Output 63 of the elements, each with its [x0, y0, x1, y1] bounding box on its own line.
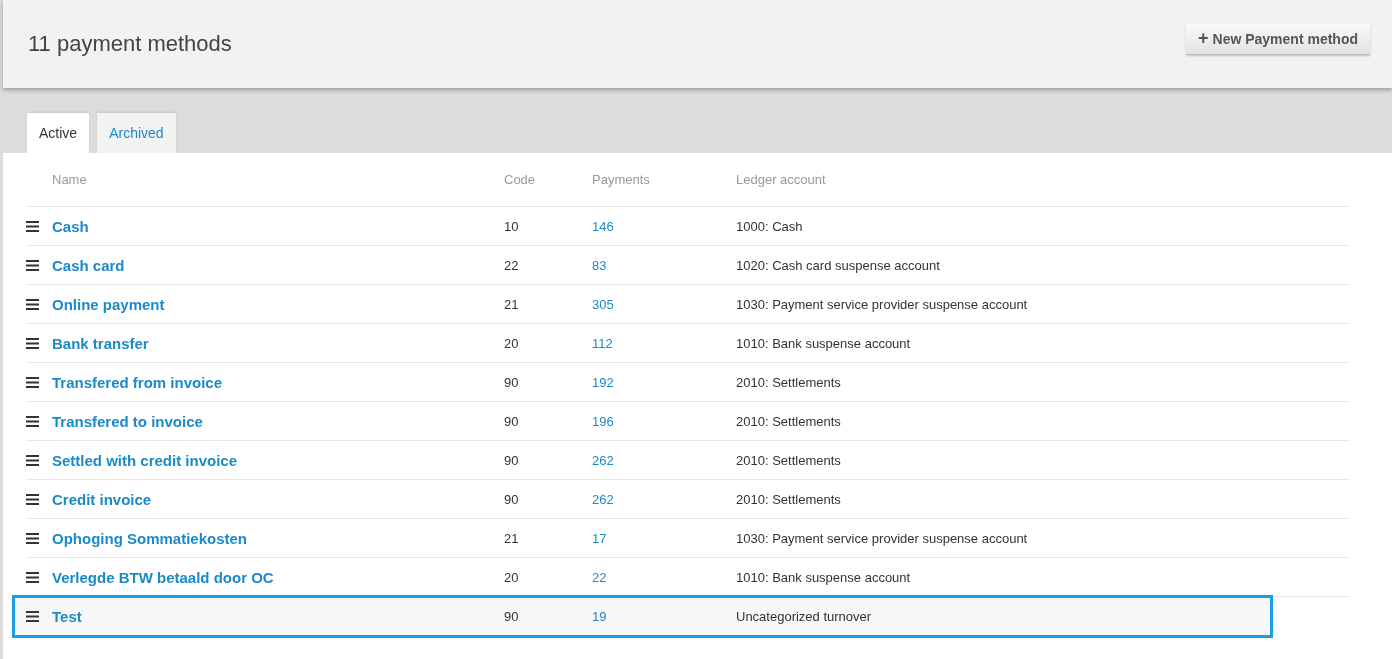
code-cell-text: 90 — [504, 413, 520, 429]
column-header: Code — [504, 172, 537, 187]
code-cell-text: 21 — [504, 296, 520, 312]
payment-method-link[interactable]: Transfered to invoice — [52, 412, 504, 430]
payments-count-link[interactable]: 146 — [592, 218, 736, 234]
payment-method-link[interactable]: Test — [52, 607, 504, 625]
code-cell-text: 20 — [504, 335, 520, 351]
payment-method-link[interactable]: Online payment — [52, 295, 504, 313]
payments-count-link[interactable]: 19 — [592, 608, 736, 624]
code-cell-text: 90 — [504, 608, 520, 624]
column-header: Payments — [592, 172, 651, 187]
payments-count-link[interactable]: 196 — [592, 413, 736, 429]
payments-count-link[interactable]: 192 — [592, 374, 736, 390]
payment-method-link[interactable]: Ophoging Sommatiekosten — [52, 529, 504, 547]
drag-handle-icon[interactable] — [26, 454, 39, 466]
payment-method-link[interactable]: Settled with credit invoice — [52, 451, 504, 469]
new-payment-method-button[interactable]: + New Payment method — [1186, 23, 1370, 55]
ledger-account-cell-text: 1030: Payment service provider suspense account — [736, 530, 1029, 546]
payments-count-link[interactable]: 17 — [592, 530, 736, 546]
payment-method-link[interactable]: Verlegde BTW betaald door OC — [52, 568, 504, 586]
payments-count-link[interactable]: 22 — [592, 569, 736, 585]
code-cell-text: 90 — [504, 452, 520, 468]
payment-method-link[interactable]: Transfered from invoice — [52, 373, 504, 391]
payment-method-link[interactable]: Cash — [52, 217, 504, 235]
code-cell-text: 10 — [504, 218, 520, 234]
ledger-account-cell-text: 1010: Bank suspense account — [736, 569, 912, 585]
drag-handle-icon[interactable] — [26, 259, 39, 271]
drag-handle-icon[interactable] — [26, 532, 39, 544]
ledger-account-cell-text: 1020: Cash card suspense account — [736, 257, 941, 273]
drag-handle-icon[interactable] — [26, 415, 39, 427]
code-cell-text: 22 — [504, 257, 520, 273]
column-header: Ledger account — [736, 172, 827, 187]
ledger-account-cell-text: 2010: Settlements — [736, 374, 842, 390]
drag-handle-icon[interactable] — [26, 298, 39, 310]
payments-count-link[interactable]: 83 — [592, 257, 736, 273]
ledger-account-cell-text: 1010: Bank suspense account — [736, 335, 912, 351]
drag-handle-icon[interactable] — [26, 571, 39, 583]
code-cell-text: 20 — [504, 569, 520, 585]
code-cell-text: 90 — [504, 374, 520, 390]
payments-count-link[interactable]: 305 — [592, 296, 736, 312]
payments-count-link[interactable]: 262 — [592, 491, 736, 507]
ledger-account-cell-text: 2010: Settlements — [736, 413, 842, 429]
ledger-account-cell-text: 2010: Settlements — [736, 452, 842, 468]
payment-method-link[interactable]: Credit invoice — [52, 490, 504, 508]
ledger-account-cell-text: 2010: Settlements — [736, 491, 842, 507]
drag-handle-icon[interactable] — [26, 220, 39, 232]
drag-handle-icon[interactable] — [26, 610, 39, 622]
payments-count-link[interactable]: 262 — [592, 452, 736, 468]
tab[interactable]: Archived — [97, 113, 176, 153]
ledger-account-cell-text: 1000: Cash — [736, 218, 804, 234]
payment-method-link[interactable]: Bank transfer — [52, 334, 504, 352]
drag-handle-icon[interactable] — [26, 337, 39, 349]
ledger-account-cell-text: 1030: Payment service provider suspense account — [736, 296, 1029, 312]
code-cell-text: 90 — [504, 491, 520, 507]
ledger-account-cell-text: Uncategorized turnover — [736, 608, 873, 624]
drag-handle-icon[interactable] — [26, 376, 39, 388]
page-title: 11 payment methods — [28, 31, 232, 57]
column-header: Name — [52, 172, 88, 187]
drag-handle-icon[interactable] — [26, 493, 39, 505]
tab[interactable]: Active — [27, 113, 90, 153]
payments-count-link[interactable]: 112 — [592, 335, 736, 351]
payment-method-link[interactable]: Cash card — [52, 256, 504, 274]
code-cell-text: 21 — [504, 530, 520, 546]
